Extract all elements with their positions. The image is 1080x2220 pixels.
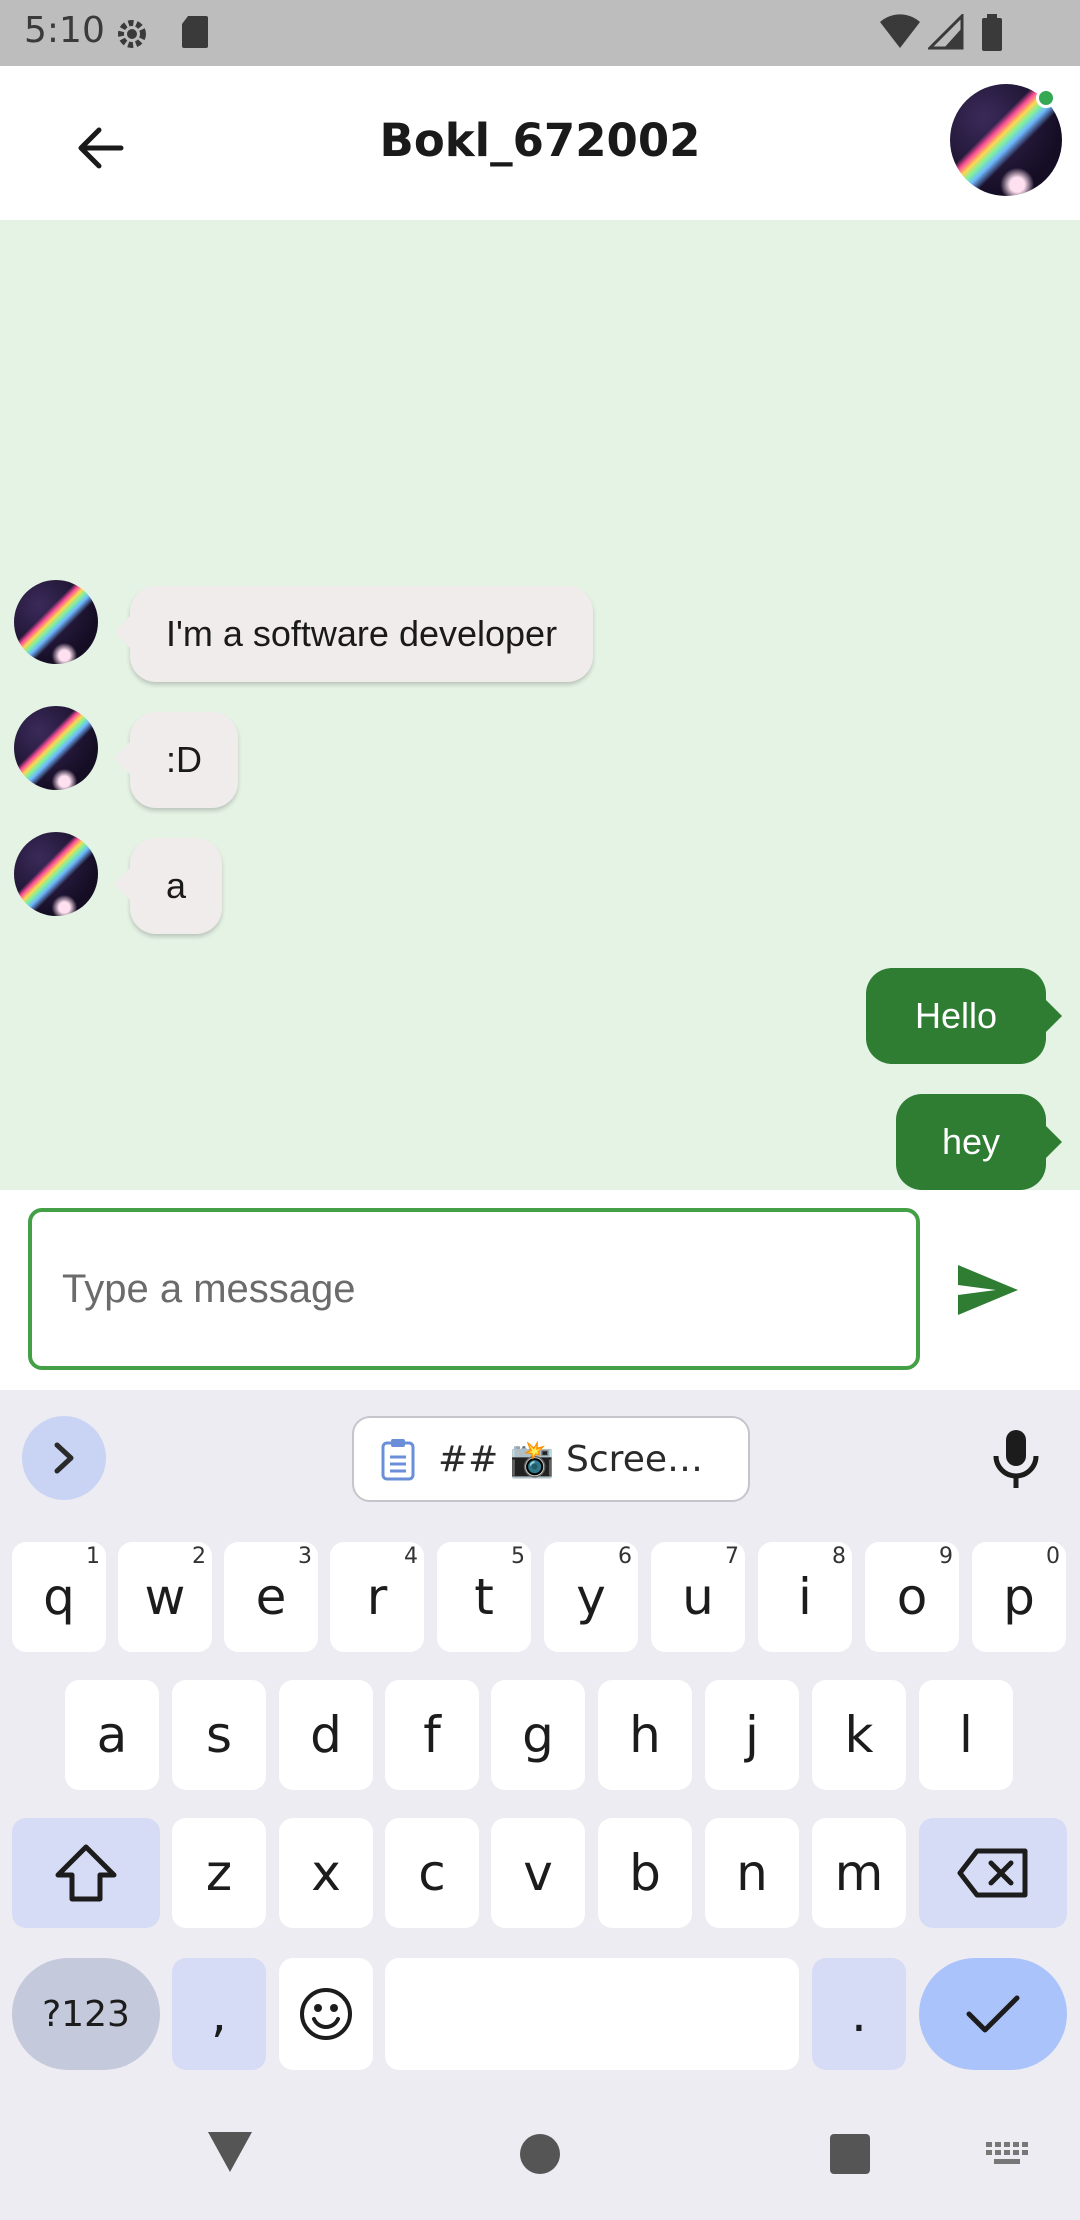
key-f[interactable]: f bbox=[385, 1680, 479, 1790]
key-label: o bbox=[896, 1568, 928, 1626]
done-key[interactable] bbox=[919, 1958, 1067, 2070]
incoming-message: a bbox=[113, 838, 223, 934]
arrow-left-icon bbox=[78, 127, 124, 169]
key-label: r bbox=[366, 1568, 388, 1626]
sender-avatar bbox=[14, 706, 98, 790]
key-a[interactable]: a bbox=[65, 1680, 159, 1790]
key-v[interactable]: v bbox=[491, 1818, 585, 1928]
key-hint: 5 bbox=[511, 1544, 525, 1569]
key-label: y bbox=[576, 1568, 606, 1626]
message-list[interactable]: I'm a software developer :D a Hello hey bbox=[0, 220, 1080, 1190]
sender-avatar bbox=[14, 580, 98, 664]
key-k[interactable]: k bbox=[812, 1680, 906, 1790]
key-j[interactable]: j bbox=[705, 1680, 799, 1790]
back-button[interactable] bbox=[62, 110, 138, 186]
key-hint: 9 bbox=[939, 1544, 953, 1569]
key-h[interactable]: h bbox=[598, 1680, 692, 1790]
microphone-icon[interactable] bbox=[990, 1428, 1042, 1495]
key-label: q bbox=[43, 1568, 75, 1626]
backspace-key[interactable] bbox=[919, 1818, 1067, 1928]
key-z[interactable]: z bbox=[172, 1818, 266, 1928]
chevron-right-icon bbox=[54, 1442, 74, 1474]
clipboard-suggestion-chip[interactable]: ## 📸 Scree… bbox=[352, 1416, 750, 1502]
checkmark-icon bbox=[966, 1995, 1020, 2033]
key-hint: 2 bbox=[192, 1544, 206, 1569]
key-q[interactable]: q1 bbox=[12, 1542, 106, 1652]
shift-key[interactable] bbox=[12, 1818, 160, 1928]
key-l[interactable]: l bbox=[919, 1680, 1013, 1790]
emoji-icon bbox=[300, 1988, 352, 2040]
wifi-icon bbox=[880, 14, 920, 55]
nav-back-icon[interactable] bbox=[206, 2130, 254, 2179]
send-button[interactable] bbox=[950, 1252, 1026, 1328]
key-r[interactable]: r4 bbox=[330, 1542, 424, 1652]
shift-icon bbox=[55, 1844, 117, 1902]
system-navigation-bar bbox=[0, 2090, 1080, 2220]
settings-gear-icon bbox=[112, 14, 152, 59]
key-label: w bbox=[144, 1568, 186, 1626]
nav-home-icon[interactable] bbox=[520, 2134, 560, 2174]
period-key[interactable]: . bbox=[812, 1958, 906, 2070]
incoming-message: :D bbox=[114, 712, 238, 808]
cell-signal-icon bbox=[926, 12, 964, 55]
key-hint: 4 bbox=[404, 1544, 418, 1569]
sender-avatar bbox=[14, 832, 98, 916]
keyboard-toolbar-expand-button[interactable] bbox=[22, 1416, 106, 1500]
backspace-icon bbox=[957, 1848, 1028, 1898]
key-c[interactable]: c bbox=[385, 1818, 479, 1928]
clipboard-icon bbox=[381, 1439, 415, 1481]
key-e[interactable]: e3 bbox=[224, 1542, 318, 1652]
outgoing-message: hey bbox=[896, 1094, 1062, 1190]
key-label: t bbox=[474, 1568, 494, 1626]
key-m[interactable]: m bbox=[812, 1818, 906, 1928]
key-p[interactable]: p0 bbox=[972, 1542, 1066, 1652]
key-hint: 0 bbox=[1046, 1544, 1060, 1569]
key-s[interactable]: s bbox=[172, 1680, 266, 1790]
status-bar: 5:10 bbox=[0, 0, 1080, 66]
key-u[interactable]: u7 bbox=[651, 1542, 745, 1652]
key-x[interactable]: x bbox=[279, 1818, 373, 1928]
key-label: i bbox=[798, 1568, 812, 1626]
key-label: e bbox=[255, 1568, 287, 1626]
outgoing-message: Hello bbox=[866, 968, 1062, 1064]
keyboard-switch-icon[interactable] bbox=[984, 2140, 1030, 2175]
message-composer: Type a message bbox=[0, 1190, 1080, 1390]
soft-keyboard: ## 📸 Scree… q1 w2 e3 r4 t5 y6 u7 i8 o9 p… bbox=[0, 1390, 1080, 2090]
battery-icon bbox=[980, 14, 1004, 57]
clipboard-chip-text: ## 📸 Scree… bbox=[438, 1439, 703, 1480]
key-d[interactable]: d bbox=[279, 1680, 373, 1790]
key-y[interactable]: y6 bbox=[544, 1542, 638, 1652]
sd-card-icon bbox=[180, 14, 210, 55]
space-bar[interactable] bbox=[385, 1958, 799, 2070]
incoming-message: I'm a software developer bbox=[113, 586, 594, 682]
status-time: 5:10 bbox=[24, 10, 105, 51]
key-hint: 6 bbox=[618, 1544, 632, 1569]
emoji-key[interactable] bbox=[279, 1958, 373, 2070]
key-hint: 8 bbox=[832, 1544, 846, 1569]
key-g[interactable]: g bbox=[491, 1680, 585, 1790]
chat-title: Bokl_672002 bbox=[379, 114, 701, 167]
key-hint: 7 bbox=[725, 1544, 739, 1569]
key-label: p bbox=[1003, 1568, 1035, 1626]
symbols-key[interactable]: ?123 bbox=[12, 1958, 160, 2070]
comma-key[interactable]: , bbox=[172, 1958, 266, 2070]
key-b[interactable]: b bbox=[598, 1818, 692, 1928]
key-t[interactable]: t5 bbox=[437, 1542, 531, 1652]
chat-header: Bokl_672002 bbox=[0, 66, 1080, 220]
key-label: u bbox=[682, 1568, 714, 1626]
nav-recents-icon[interactable] bbox=[830, 2134, 870, 2174]
key-o[interactable]: o9 bbox=[865, 1542, 959, 1652]
key-n[interactable]: n bbox=[705, 1818, 799, 1928]
key-hint: 3 bbox=[298, 1544, 312, 1569]
key-hint: 1 bbox=[86, 1544, 100, 1569]
key-w[interactable]: w2 bbox=[118, 1542, 212, 1652]
online-status-indicator bbox=[1036, 88, 1056, 108]
message-input[interactable]: Type a message bbox=[28, 1208, 920, 1370]
send-icon bbox=[958, 1265, 1018, 1315]
key-i[interactable]: i8 bbox=[758, 1542, 852, 1652]
